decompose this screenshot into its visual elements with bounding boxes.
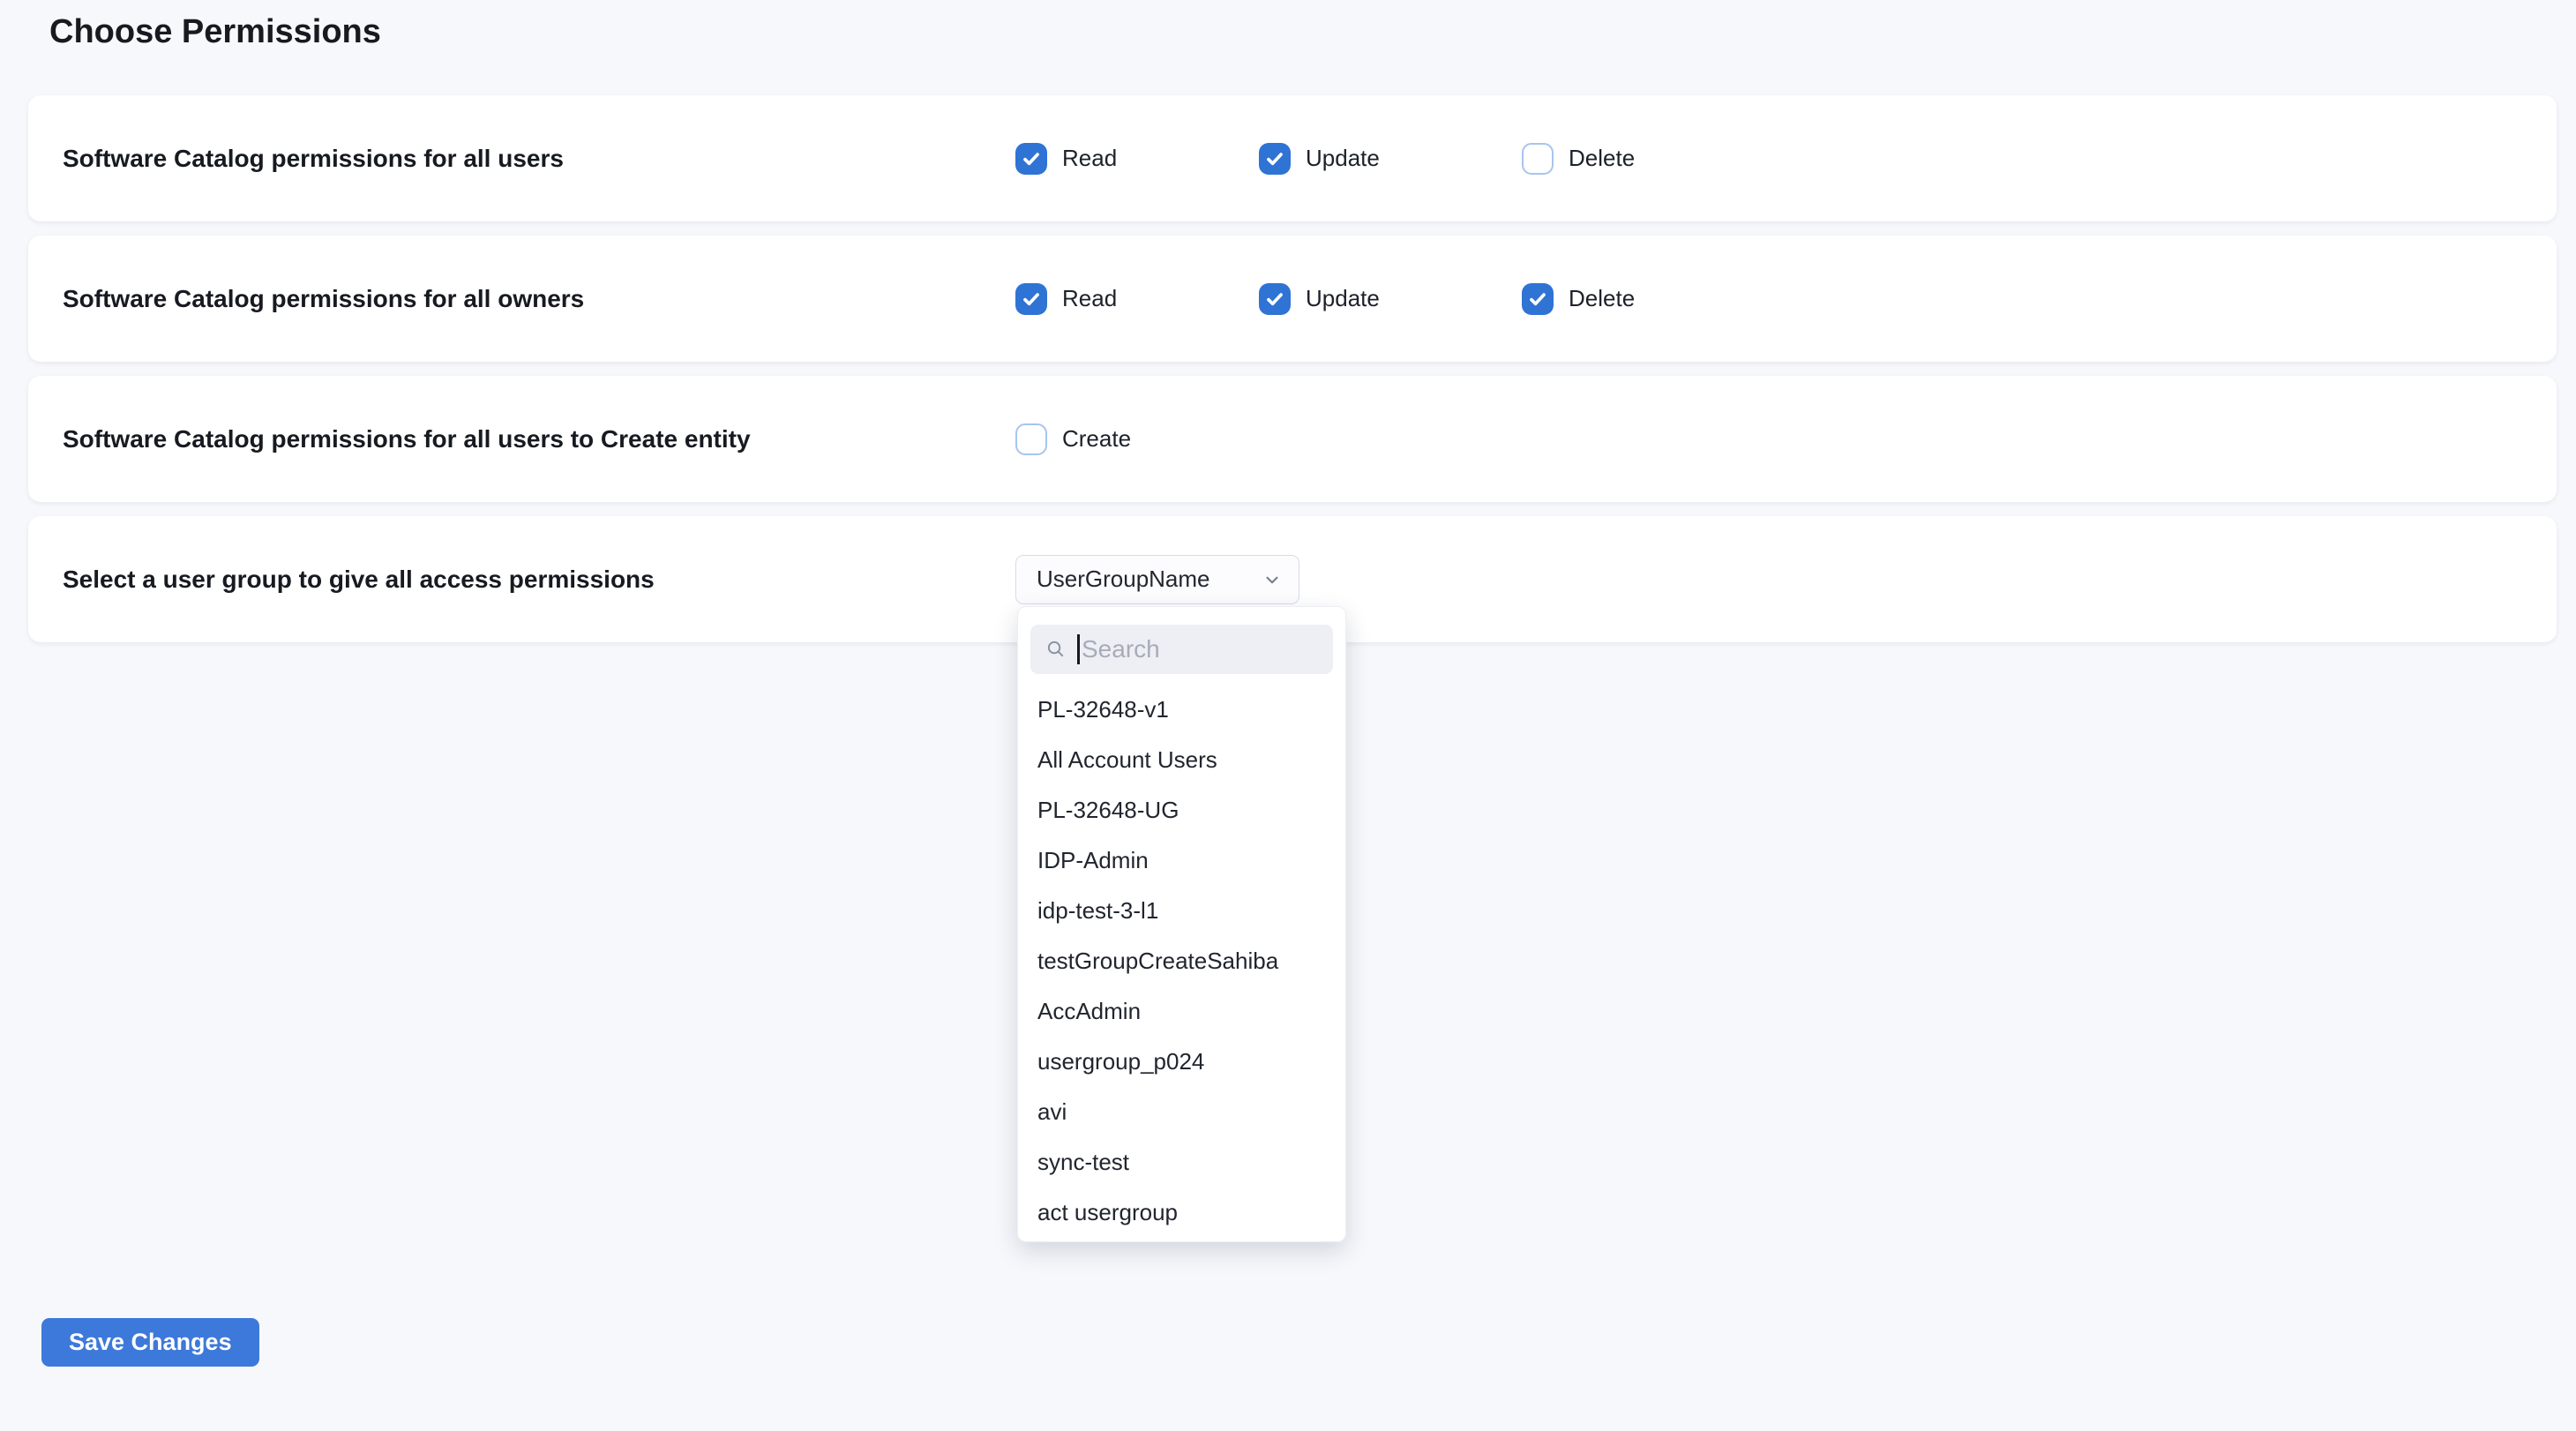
- dropdown-option[interactable]: testGroupCreateSahiba: [1018, 936, 1345, 986]
- permission-row: Read Update Delete: [1015, 283, 1635, 315]
- checkbox-label: Delete: [1569, 285, 1635, 312]
- checkbox-delete[interactable]: [1522, 283, 1554, 315]
- checkbox-update[interactable]: [1259, 143, 1291, 175]
- dropdown-option[interactable]: All Account Users: [1018, 735, 1345, 785]
- card-title: Software Catalog permissions for all use…: [63, 425, 751, 453]
- permission-group: Read: [1015, 283, 1259, 315]
- dropdown-option[interactable]: sync-test: [1018, 1137, 1345, 1188]
- checkbox-create[interactable]: [1015, 423, 1047, 455]
- dropdown-option[interactable]: usergroup_p024: [1018, 1037, 1345, 1087]
- save-changes-button[interactable]: Save Changes: [41, 1318, 259, 1367]
- user-group-select-wrap: UserGroupName PL-32648-v1All Account Use…: [1015, 555, 1299, 604]
- dropdown-option[interactable]: PL-32648-v1: [1018, 685, 1345, 735]
- checkbox-label: Read: [1062, 285, 1117, 312]
- permission-group: Read: [1015, 143, 1259, 175]
- checkbox-update[interactable]: [1259, 283, 1291, 315]
- search-icon: [1045, 639, 1066, 659]
- user-group-select-value: UserGroupName: [1037, 566, 1210, 593]
- user-group-select[interactable]: UserGroupName: [1015, 555, 1299, 604]
- dropdown-option[interactable]: avi: [1018, 1087, 1345, 1137]
- dropdown-option[interactable]: PL-32648-UG: [1018, 785, 1345, 835]
- chevron-down-icon: [1262, 570, 1282, 589]
- dropdown-option[interactable]: IDP-Admin: [1018, 835, 1345, 886]
- permission-card-create-entity: Software Catalog permissions for all use…: [28, 376, 2557, 502]
- card-title: Select a user group to give all access p…: [63, 566, 655, 594]
- dropdown-option[interactable]: act usergroup: [1018, 1188, 1345, 1238]
- permission-row: Create: [1015, 423, 1131, 455]
- dropdown-option[interactable]: AccAdmin: [1018, 986, 1345, 1037]
- dropdown-options-list: PL-32648-v1All Account UsersPL-32648-UGI…: [1018, 685, 1345, 1238]
- dropdown-option[interactable]: idp-test-3-l1: [1018, 886, 1345, 936]
- checkbox-read[interactable]: [1015, 143, 1047, 175]
- permission-row: Read Update Delete: [1015, 143, 1635, 175]
- card-title: Software Catalog permissions for all own…: [63, 285, 584, 313]
- checkbox-label: Read: [1062, 145, 1117, 172]
- checkbox-label: Create: [1062, 425, 1131, 453]
- permission-group: Create: [1015, 423, 1131, 455]
- checkbox-label: Delete: [1569, 145, 1635, 172]
- permission-card-all-users: Software Catalog permissions for all use…: [28, 95, 2557, 221]
- user-group-dropdown: PL-32648-v1All Account UsersPL-32648-UGI…: [1017, 606, 1346, 1242]
- permission-group: Update: [1259, 143, 1522, 175]
- card-title: Software Catalog permissions for all use…: [63, 145, 564, 173]
- permission-group: Update: [1259, 283, 1522, 315]
- page-title: Choose Permissions: [49, 12, 381, 51]
- checkbox-label: Update: [1306, 145, 1380, 172]
- checkbox-label: Update: [1306, 285, 1380, 312]
- dropdown-search-box: [1030, 625, 1333, 674]
- permission-group: Delete: [1522, 283, 1635, 315]
- user-group-card: Select a user group to give all access p…: [28, 516, 2557, 642]
- checkbox-read[interactable]: [1015, 283, 1047, 315]
- permission-card-all-owners: Software Catalog permissions for all own…: [28, 236, 2557, 362]
- search-input[interactable]: [1080, 635, 1333, 663]
- permission-group: Delete: [1522, 143, 1635, 175]
- checkbox-delete[interactable]: [1522, 143, 1554, 175]
